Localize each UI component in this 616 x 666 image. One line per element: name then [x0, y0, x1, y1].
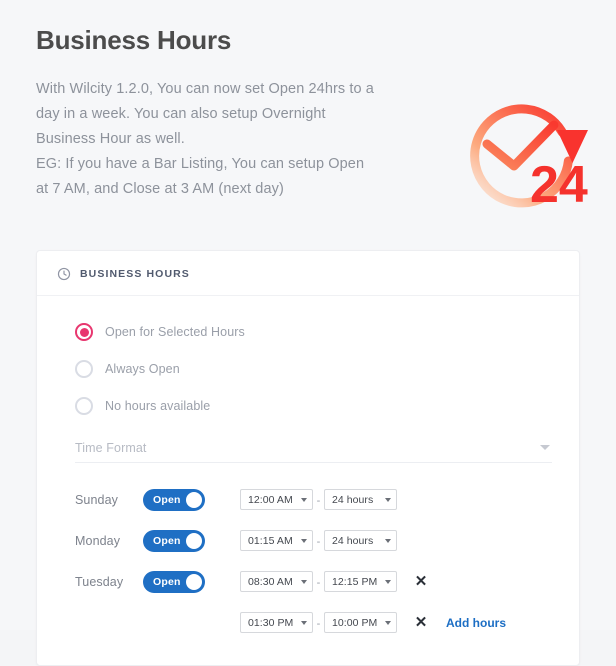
select-value: 01:15 AM: [248, 534, 293, 547]
badge-24-text: 24: [530, 156, 588, 214]
time-range-sunday: 12:00 AM - 24 hours: [240, 489, 397, 510]
clock-icon: [57, 267, 71, 281]
radio-mark-icon: [75, 323, 93, 341]
select-value: 10:00 PM: [332, 616, 378, 629]
caret-down-icon: [385, 538, 391, 543]
select-value: 08:30 AM: [248, 575, 293, 588]
range-separator: -: [316, 495, 321, 507]
day-row-tuesday-extra: 01:30 PM - 10:00 PM ✕ Add hours: [57, 602, 559, 643]
chevron-down-icon: [540, 445, 550, 450]
time-format-label: Time Format: [75, 440, 147, 455]
time-format-select[interactable]: Time Format: [75, 433, 552, 463]
caret-down-icon: [301, 579, 307, 584]
toggle-label: Open: [153, 493, 181, 506]
time-range-tuesday: 08:30 AM - 12:15 PM: [240, 571, 397, 592]
radio-mark-icon: [75, 397, 93, 415]
time-range-monday: 01:15 AM - 24 hours: [240, 530, 397, 551]
radio-label: No hours available: [105, 399, 211, 413]
day-row-tuesday: Tuesday Open 08:30 AM - 12:15 PM ✕: [57, 561, 559, 602]
open-toggle-monday[interactable]: Open: [143, 529, 205, 552]
radio-no-hours-available[interactable]: No hours available: [75, 392, 559, 420]
description-line: Business Hour as well.: [36, 130, 185, 147]
page-description: With Wilcity 1.2.0, You can now set Open…: [36, 77, 436, 202]
card-body: Open for Selected Hours Always Open No h…: [37, 296, 579, 665]
caret-down-icon: [385, 579, 391, 584]
toggle-label: Open: [153, 575, 181, 588]
card-header: BUSINESS HOURS: [37, 251, 579, 296]
description-line: at 7 AM, and Close at 3 AM (next day): [36, 180, 284, 197]
radio-label: Always Open: [105, 362, 180, 376]
select-value: 12:00 AM: [248, 493, 293, 506]
day-row-sunday: Sunday Open 12:00 AM - 24 hours: [57, 479, 559, 520]
select-value: 24 hours: [332, 534, 374, 547]
open-toggle-sunday[interactable]: Open: [143, 488, 205, 511]
remove-hours-button[interactable]: ✕: [413, 574, 429, 590]
description-line: With Wilcity 1.2.0, You can now set Open…: [36, 80, 374, 97]
description-line: EG: If you have a Bar Listing, You can s…: [36, 155, 365, 172]
description-line: day in a week. You can also setup Overni…: [36, 105, 326, 122]
day-label: Monday: [75, 533, 121, 548]
page-root: Business Hours With Wilcity 1.2.0, You c…: [0, 0, 616, 666]
open-time-select-monday[interactable]: 01:15 AM: [240, 530, 313, 551]
add-hours-link[interactable]: Add hours: [446, 616, 506, 630]
select-value: 12:15 PM: [332, 575, 378, 588]
caret-down-icon: [385, 620, 391, 625]
caret-down-icon: [301, 538, 307, 543]
page-title: Business Hours: [36, 25, 232, 55]
toggle-knob: [186, 573, 202, 590]
radio-mark-icon: [75, 360, 93, 378]
close-time-select-tuesday[interactable]: 12:15 PM: [324, 571, 397, 592]
card-title: BUSINESS HOURS: [80, 268, 190, 280]
business-hours-card: BUSINESS HOURS Open for Selected Hours A…: [36, 250, 580, 666]
toggle-knob: [186, 491, 202, 508]
toggle-knob: [186, 532, 202, 549]
day-rows: Sunday Open 12:00 AM - 24 hours Monday O…: [57, 479, 559, 643]
range-separator: -: [316, 536, 321, 548]
range-separator: -: [316, 618, 321, 630]
hours-mode-radio-group: Open for Selected Hours Always Open No h…: [75, 318, 559, 420]
open-time-select-tuesday[interactable]: 08:30 AM: [240, 571, 313, 592]
close-time-select-monday[interactable]: 24 hours: [324, 530, 397, 551]
open-time-select-sunday[interactable]: 12:00 AM: [240, 489, 313, 510]
caret-down-icon: [385, 497, 391, 502]
toggle-label: Open: [153, 534, 181, 547]
select-value: 01:30 PM: [248, 616, 294, 629]
day-label: Tuesday: [75, 574, 124, 589]
select-value: 24 hours: [332, 493, 374, 506]
caret-down-icon: [301, 497, 307, 502]
range-separator: -: [316, 577, 321, 589]
day-row-monday: Monday Open 01:15 AM - 24 hours: [57, 520, 559, 561]
caret-down-icon: [301, 620, 307, 625]
remove-hours-button-extra[interactable]: ✕: [413, 615, 429, 631]
clock-24-hours-icon: 24: [442, 82, 602, 232]
radio-open-for-selected-hours[interactable]: Open for Selected Hours: [75, 318, 559, 346]
radio-always-open[interactable]: Always Open: [75, 355, 559, 383]
radio-label: Open for Selected Hours: [105, 325, 245, 339]
close-time-select-sunday[interactable]: 24 hours: [324, 489, 397, 510]
open-toggle-tuesday[interactable]: Open: [143, 570, 205, 593]
day-label: Sunday: [75, 492, 118, 507]
